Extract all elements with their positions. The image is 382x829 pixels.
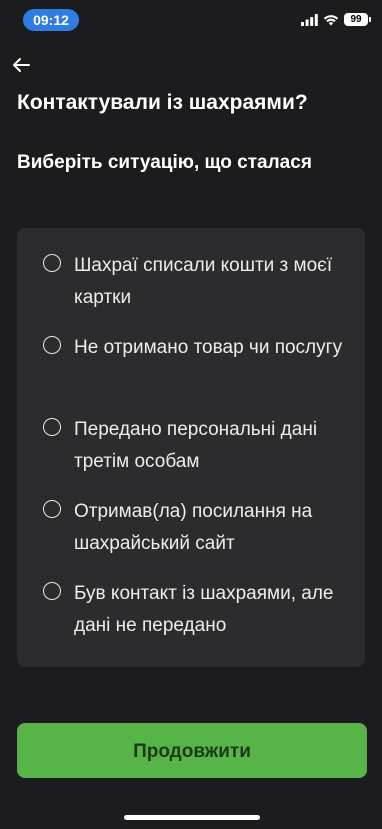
option-label: Отримав(ла) посилання на шахрайський сай… <box>74 501 313 554</box>
question-subtitle: Виберіть ситуацію, що сталася <box>17 152 312 173</box>
screen: 09:12 99 Контактували із шахраями? Вибер… <box>0 0 382 829</box>
back-button[interactable] <box>6 52 36 80</box>
home-indicator <box>124 815 260 820</box>
radio-button[interactable] <box>43 254 61 272</box>
option-contact-no-data[interactable]: Був контакт із шахраями, але дані не пер… <box>17 582 365 664</box>
wifi-icon <box>323 14 339 25</box>
radio-button[interactable] <box>43 500 61 518</box>
option-label: Був контакт із шахраями, але дані не пер… <box>74 583 334 636</box>
continue-button[interactable]: Продовжити <box>17 723 367 778</box>
options-card: Шахраї списали кошти з моєї картки Не от… <box>17 228 365 667</box>
option-card-debited[interactable]: Шахраї списали кошти з моєї картки <box>17 254 365 336</box>
option-goods-not-received[interactable]: Не отримано товар чи послугу <box>17 336 365 418</box>
radio-button[interactable] <box>43 418 61 436</box>
status-icons: 99 <box>301 13 371 26</box>
radio-button[interactable] <box>43 582 61 600</box>
signal-icon <box>301 13 318 26</box>
option-label: Передано персональні дані третім особам <box>74 419 318 472</box>
battery-icon: 99 <box>344 13 371 26</box>
option-label: Не отримано товар чи послугу <box>74 337 343 358</box>
status-time: 09:12 <box>23 9 79 31</box>
option-fraud-link-received[interactable]: Отримав(ла) посилання на шахрайський сай… <box>17 500 365 582</box>
radio-button[interactable] <box>43 336 61 354</box>
option-personal-data-shared[interactable]: Передано персональні дані третім особам <box>17 418 365 500</box>
option-label: Шахраї списали кошти з моєї картки <box>74 255 333 308</box>
page-title: Контактували із шахраями? <box>17 91 308 114</box>
arrow-left-icon <box>13 58 30 72</box>
status-bar: 09:12 99 <box>0 0 382 40</box>
